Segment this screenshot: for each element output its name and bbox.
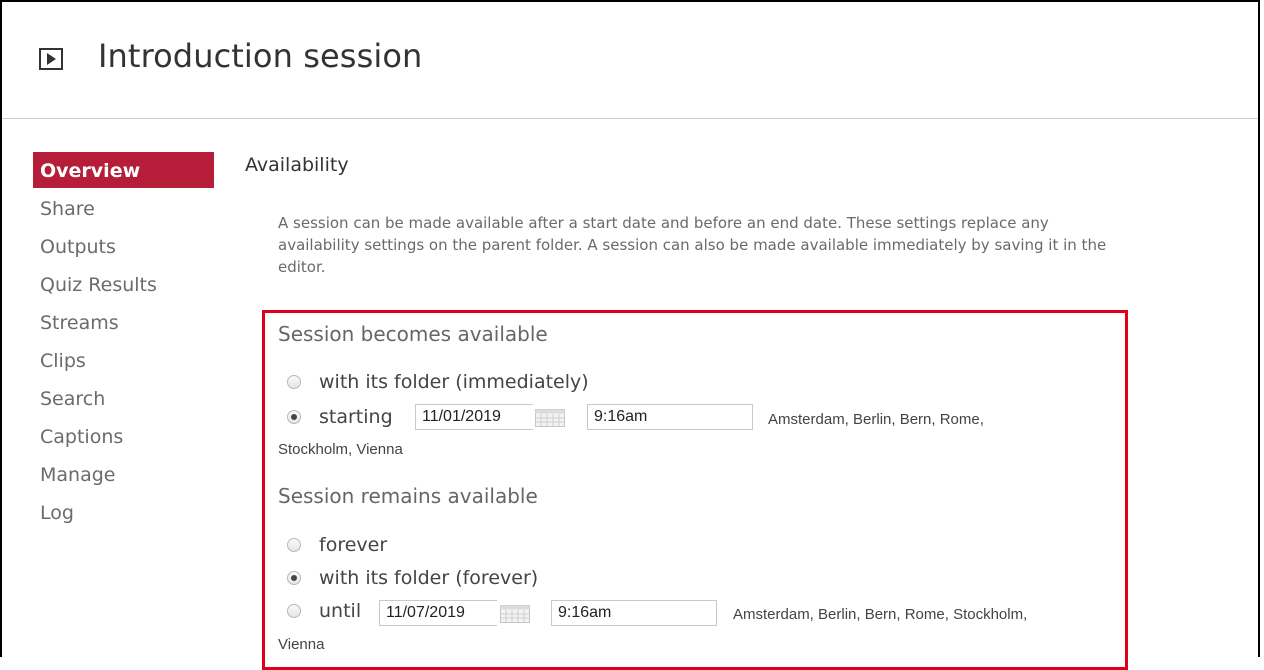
end-option-folder-label: with its folder (forever) bbox=[319, 567, 539, 589]
end-option-until-label: until bbox=[319, 600, 362, 622]
end-timezone-cont: Vienna bbox=[278, 636, 325, 653]
sidebar-nav: Overview Share Outputs Quiz Results Stre… bbox=[33, 152, 214, 532]
end-option-until[interactable]: until bbox=[287, 598, 361, 624]
section-title: Availability bbox=[245, 154, 349, 176]
radio-end-until[interactable] bbox=[287, 604, 301, 618]
end-date-input[interactable]: 11/07/2019 bbox=[379, 600, 497, 626]
radio-start-starting[interactable] bbox=[287, 410, 301, 424]
calendar-icon[interactable] bbox=[500, 605, 530, 623]
sidebar-item-outputs[interactable]: Outputs bbox=[33, 228, 214, 266]
sidebar-item-overview[interactable]: Overview bbox=[33, 152, 214, 188]
sidebar-item-share[interactable]: Share bbox=[33, 190, 214, 228]
sidebar-item-quiz-results[interactable]: Quiz Results bbox=[33, 266, 214, 304]
end-time-input[interactable]: 9:16am bbox=[551, 600, 717, 626]
radio-end-folder[interactable] bbox=[287, 571, 301, 585]
sidebar-item-captions[interactable]: Captions bbox=[33, 418, 214, 456]
availability-description: A session can be made available after a … bbox=[278, 214, 1107, 276]
calendar-icon[interactable] bbox=[535, 409, 565, 427]
end-option-folder[interactable]: with its folder (forever) bbox=[287, 565, 538, 591]
sidebar-item-streams[interactable]: Streams bbox=[33, 304, 214, 342]
sidebar-item-log[interactable]: Log bbox=[33, 494, 214, 532]
start-heading: Session becomes available bbox=[278, 322, 548, 346]
page-title: Introduction session bbox=[98, 37, 423, 75]
end-timezone: Amsterdam, Berlin, Bern, Rome, Stockholm… bbox=[733, 606, 1028, 623]
start-date-input[interactable]: 11/01/2019 bbox=[415, 404, 533, 430]
play-box-icon bbox=[39, 48, 63, 70]
start-option-folder-label: with its folder (immediately) bbox=[319, 371, 589, 393]
start-option-starting-label: starting bbox=[319, 406, 393, 428]
sidebar-item-search[interactable]: Search bbox=[33, 380, 214, 418]
end-heading: Session remains available bbox=[278, 484, 538, 508]
start-timezone-cont: Stockholm, Vienna bbox=[278, 441, 403, 458]
end-option-forever[interactable]: forever bbox=[287, 532, 387, 558]
radio-start-folder[interactable] bbox=[287, 375, 301, 389]
start-option-folder[interactable]: with its folder (immediately) bbox=[287, 369, 589, 395]
start-time-input[interactable]: 9:16am bbox=[587, 404, 753, 430]
start-timezone: Amsterdam, Berlin, Bern, Rome, bbox=[768, 411, 984, 428]
sidebar-item-manage[interactable]: Manage bbox=[33, 456, 214, 494]
page-header: Introduction session bbox=[2, 2, 1258, 119]
radio-end-forever[interactable] bbox=[287, 538, 301, 552]
sidebar-item-clips[interactable]: Clips bbox=[33, 342, 214, 380]
end-option-forever-label: forever bbox=[319, 534, 388, 556]
start-option-starting[interactable]: starting bbox=[287, 404, 393, 430]
